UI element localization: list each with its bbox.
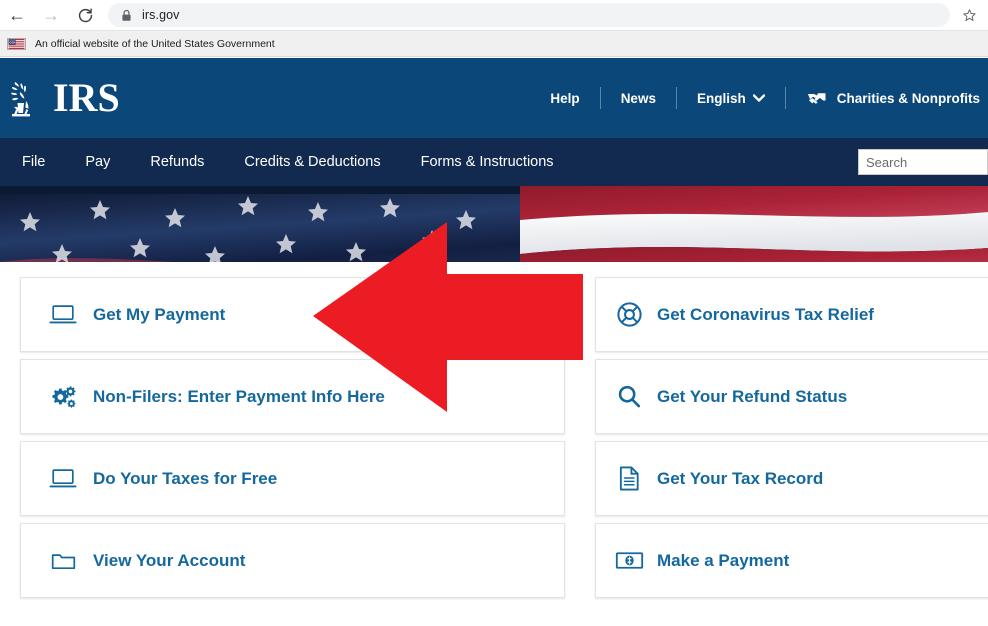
card-coronavirus-tax-relief[interactable]: Get Coronavirus Tax Relief <box>595 277 988 352</box>
chevron-down-icon <box>752 94 765 102</box>
card-get-your-tax-record[interactable]: Get Your Tax Record <box>595 441 988 516</box>
nav-item-file[interactable]: File <box>0 154 65 170</box>
laptop-icon <box>48 465 78 493</box>
card-label: Get Your Tax Record <box>657 468 824 488</box>
browser-toolbar: ← → irs.gov <box>0 0 988 31</box>
search-container <box>858 149 988 175</box>
header-utility-nav: Help News English Charities & Nonprofits <box>530 58 988 138</box>
nav-item-forms-instructions[interactable]: Forms & Instructions <box>401 154 574 170</box>
nav-item-credits-deductions[interactable]: Credits & Deductions <box>224 154 400 170</box>
language-selector[interactable]: English <box>677 91 785 106</box>
card-label: Do Your Taxes for Free <box>93 468 278 488</box>
left-card-column: Get My Payment Non-Filers: Enter Payment… <box>20 277 565 605</box>
address-bar[interactable]: irs.gov <box>108 3 950 27</box>
irs-header: IRS Help News English Charities & Nonpro… <box>0 58 988 138</box>
card-label: Get My Payment <box>93 304 226 324</box>
gears-icon <box>48 383 78 411</box>
card-view-your-account[interactable]: View Your Account <box>20 523 565 598</box>
handshake-icon <box>807 93 826 104</box>
laptop-icon <box>48 301 78 329</box>
charities-nonprofits-label: Charities & Nonprofits <box>836 90 980 106</box>
card-non-filers[interactable]: Non-Filers: Enter Payment Info Here <box>20 359 565 434</box>
right-card-column: Get Coronavirus Tax Relief Get Your Refu… <box>595 277 988 605</box>
card-get-your-refund-status[interactable]: Get Your Refund Status <box>595 359 988 434</box>
us-flag-icon <box>7 37 26 50</box>
card-label: View Your Account <box>93 550 246 570</box>
document-icon <box>614 465 644 493</box>
reload-icon[interactable] <box>68 0 102 31</box>
page-root: ← → irs.gov An official website of the U… <box>0 0 988 626</box>
dollar-bill-icon <box>614 547 644 575</box>
lock-icon <box>122 9 131 21</box>
card-label: Get Coronavirus Tax Relief <box>657 304 874 324</box>
card-get-my-payment[interactable]: Get My Payment <box>20 277 565 352</box>
official-website-banner: An official website of the United States… <box>0 31 988 57</box>
star-icon[interactable] <box>950 0 988 31</box>
magnifier-icon <box>614 383 644 411</box>
forward-icon[interactable]: → <box>34 0 68 31</box>
life-preserver-icon <box>614 301 644 329</box>
language-label: English <box>696 90 746 106</box>
back-icon[interactable]: ← <box>0 0 34 31</box>
card-make-a-payment[interactable]: Make a Payment <box>595 523 988 598</box>
nav-item-pay[interactable]: Pay <box>65 154 130 170</box>
irs-main-nav: File Pay Refunds Credits & Deductions Fo… <box>0 138 988 186</box>
nav-item-refunds[interactable]: Refunds <box>130 154 224 170</box>
irs-logo[interactable]: IRS <box>8 75 120 121</box>
news-link[interactable]: News <box>601 91 676 106</box>
official-website-banner-text: An official website of the United States… <box>35 37 275 50</box>
irs-wordmark: IRS <box>53 75 120 120</box>
irs-eagle-seal-icon <box>11 82 30 117</box>
card-label: Make a Payment <box>657 550 790 570</box>
folder-icon <box>48 547 78 575</box>
url-text: irs.gov <box>142 8 180 22</box>
main-content: Get My Payment Non-Filers: Enter Payment… <box>0 262 988 626</box>
search-input[interactable] <box>858 149 988 175</box>
card-label: Get Your Refund Status <box>657 386 848 406</box>
charities-nonprofits-link[interactable]: Charities & Nonprofits <box>786 89 988 107</box>
help-link[interactable]: Help <box>530 91 599 106</box>
card-do-your-taxes-for-free[interactable]: Do Your Taxes for Free <box>20 441 565 516</box>
card-label: Non-Filers: Enter Payment Info Here <box>93 386 385 406</box>
